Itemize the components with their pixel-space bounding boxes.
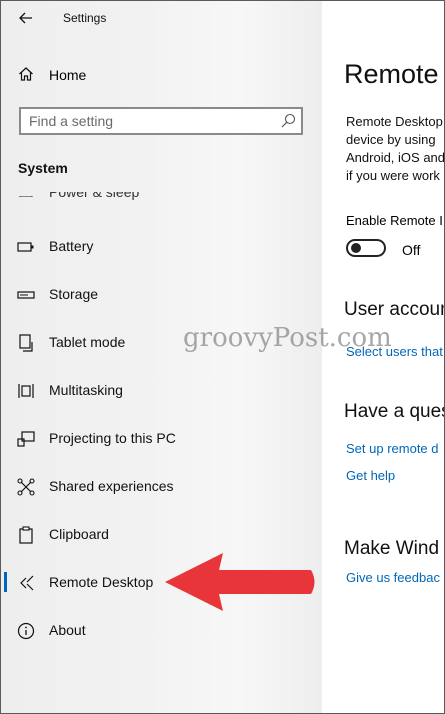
search-icon[interactable]: [280, 113, 296, 129]
sidebar-item-about[interactable]: About: [1, 610, 322, 650]
sidebar-item-clipboard[interactable]: Clipboard: [1, 514, 322, 554]
shared-experiences-icon: [17, 478, 35, 496]
toggle-state-label: Off: [402, 242, 421, 258]
tablet-mode-icon: [17, 334, 35, 352]
sidebar-item-label: Storage: [49, 286, 99, 302]
description-line: Android, iOS and: [346, 150, 445, 165]
content-pane: Remote Remote Desktop device by using An…: [322, 1, 445, 713]
clipboard-icon: [17, 526, 35, 544]
enable-remote-label: Enable Remote I: [346, 213, 443, 228]
window-title: Settings: [63, 11, 107, 25]
sidebar-item-label: Shared experiences: [49, 478, 174, 494]
sidebar-item-battery[interactable]: Battery: [1, 226, 322, 266]
sidebar-item-storage[interactable]: Storage: [1, 274, 322, 314]
sidebar-item-label: Tablet mode: [49, 334, 126, 350]
page-title: Remote: [344, 59, 439, 89]
title-bar: Settings: [1, 1, 322, 35]
home-nav-item[interactable]: Home: [1, 57, 322, 93]
sidebar-item-shared-experiences[interactable]: Shared experiences: [1, 466, 322, 506]
sidebar-item-label: Multitasking: [49, 382, 123, 398]
sidebar-item-multitasking[interactable]: Multitasking: [1, 370, 322, 410]
get-help-link[interactable]: Get help: [346, 468, 395, 483]
sidebar-item-label: Remote Desktop: [49, 574, 154, 590]
question-heading: Have a ques: [344, 401, 445, 422]
watermark: groovyPost.com: [183, 323, 392, 353]
search-input[interactable]: [29, 112, 279, 130]
toggle-knob: [351, 243, 361, 253]
sidebar-item-label: Battery: [49, 238, 94, 254]
battery-icon: [17, 238, 35, 256]
multitasking-icon: [17, 382, 35, 400]
sidebar-item-label: About: [49, 622, 86, 638]
description-line: device by using: [346, 132, 436, 147]
settings-window: Settings Home System Power & sleep: [0, 0, 445, 714]
sidebar-item-projecting[interactable]: Projecting to this PC: [1, 418, 322, 458]
projecting-icon: [17, 430, 35, 448]
feedback-heading: Make Wind: [344, 538, 440, 559]
power-sleep-icon: [19, 193, 33, 197]
home-label: Home: [49, 67, 87, 83]
enable-remote-toggle[interactable]: [346, 239, 386, 257]
info-icon: [17, 622, 35, 640]
give-feedback-link[interactable]: Give us feedbac: [346, 570, 440, 585]
home-icon: [19, 67, 33, 81]
user-accounts-heading: User accoun: [344, 299, 445, 320]
sidebar-item-label: Projecting to this PC: [49, 430, 176, 446]
sidebar-item-label: Clipboard: [49, 526, 109, 542]
storage-icon: [17, 286, 35, 304]
description-line: if you were work: [346, 168, 440, 183]
section-heading: System: [18, 160, 68, 176]
setup-remote-link[interactable]: Set up remote d: [346, 441, 439, 456]
selection-indicator: [4, 572, 7, 592]
search-box[interactable]: [19, 107, 303, 135]
sidebar-item-power-sleep[interactable]: Power & sleep: [49, 192, 139, 202]
back-button[interactable]: [14, 7, 38, 29]
remote-desktop-icon: [17, 574, 35, 592]
red-arrow-annotation: [165, 553, 315, 611]
description-line: Remote Desktop: [346, 114, 443, 129]
back-arrow-icon: [19, 12, 32, 24]
sidebar-item-label: Power & sleep: [49, 192, 140, 200]
description-text: Remote Desktop device by using Android, …: [346, 113, 445, 185]
